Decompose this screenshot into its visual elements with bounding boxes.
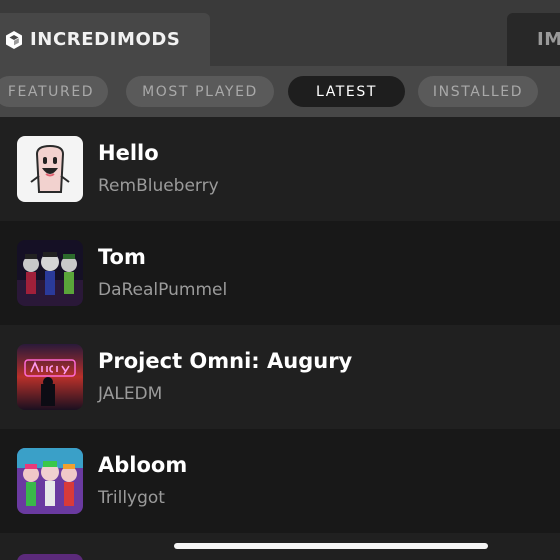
mod-title: Tom [98,245,146,269]
mod-list-item[interactable]: Tom DaRealPummel [0,221,560,325]
mod-list-item[interactable]: Project Omni: Augury JALEDM [0,325,560,429]
filter-most-played-button[interactable]: MOST PLAYED [126,76,274,107]
mod-author: Trillygot [98,488,165,508]
mod-author: DaRealPummel [98,280,228,300]
mod-list-item[interactable]: Hello RemBlueberry [0,117,560,221]
home-indicator[interactable] [174,543,488,549]
partial-thumbnail [17,554,83,560]
cube-icon [6,30,22,49]
tab-second-label: IM [537,29,560,50]
mod-title: Project Omni: Augury [98,349,353,373]
filter-featured-button[interactable]: FEATURED [0,76,108,107]
tab-incredimods[interactable]: INCREDIMODS [0,13,210,66]
mod-author: JALEDM [98,384,163,404]
filter-latest-button[interactable]: LATEST [288,76,405,107]
mod-list-item[interactable]: Abloom Trillygot [0,429,560,533]
mod-title: Hello [98,141,159,165]
colorful-band-thumbnail [17,448,83,514]
augury-neon-sign-thumbnail [17,344,83,410]
mod-list: Hello RemBlueberry Tom DaRealPummel Proj… [0,117,560,533]
filter-installed-button[interactable]: INSTALLED [418,76,538,107]
top-tab-bar: INCREDIMODS IM [0,0,560,66]
filter-bar: FEATURED MOST PLAYED LATEST INSTALLED [0,66,560,117]
tab-second[interactable]: IM [507,13,560,66]
band-characters-thumbnail [17,240,83,306]
mod-title: Abloom [98,453,188,477]
mod-author: RemBlueberry [98,176,219,196]
tab-incredimods-label: INCREDIMODS [30,29,181,50]
toast-character-thumbnail [17,136,83,202]
